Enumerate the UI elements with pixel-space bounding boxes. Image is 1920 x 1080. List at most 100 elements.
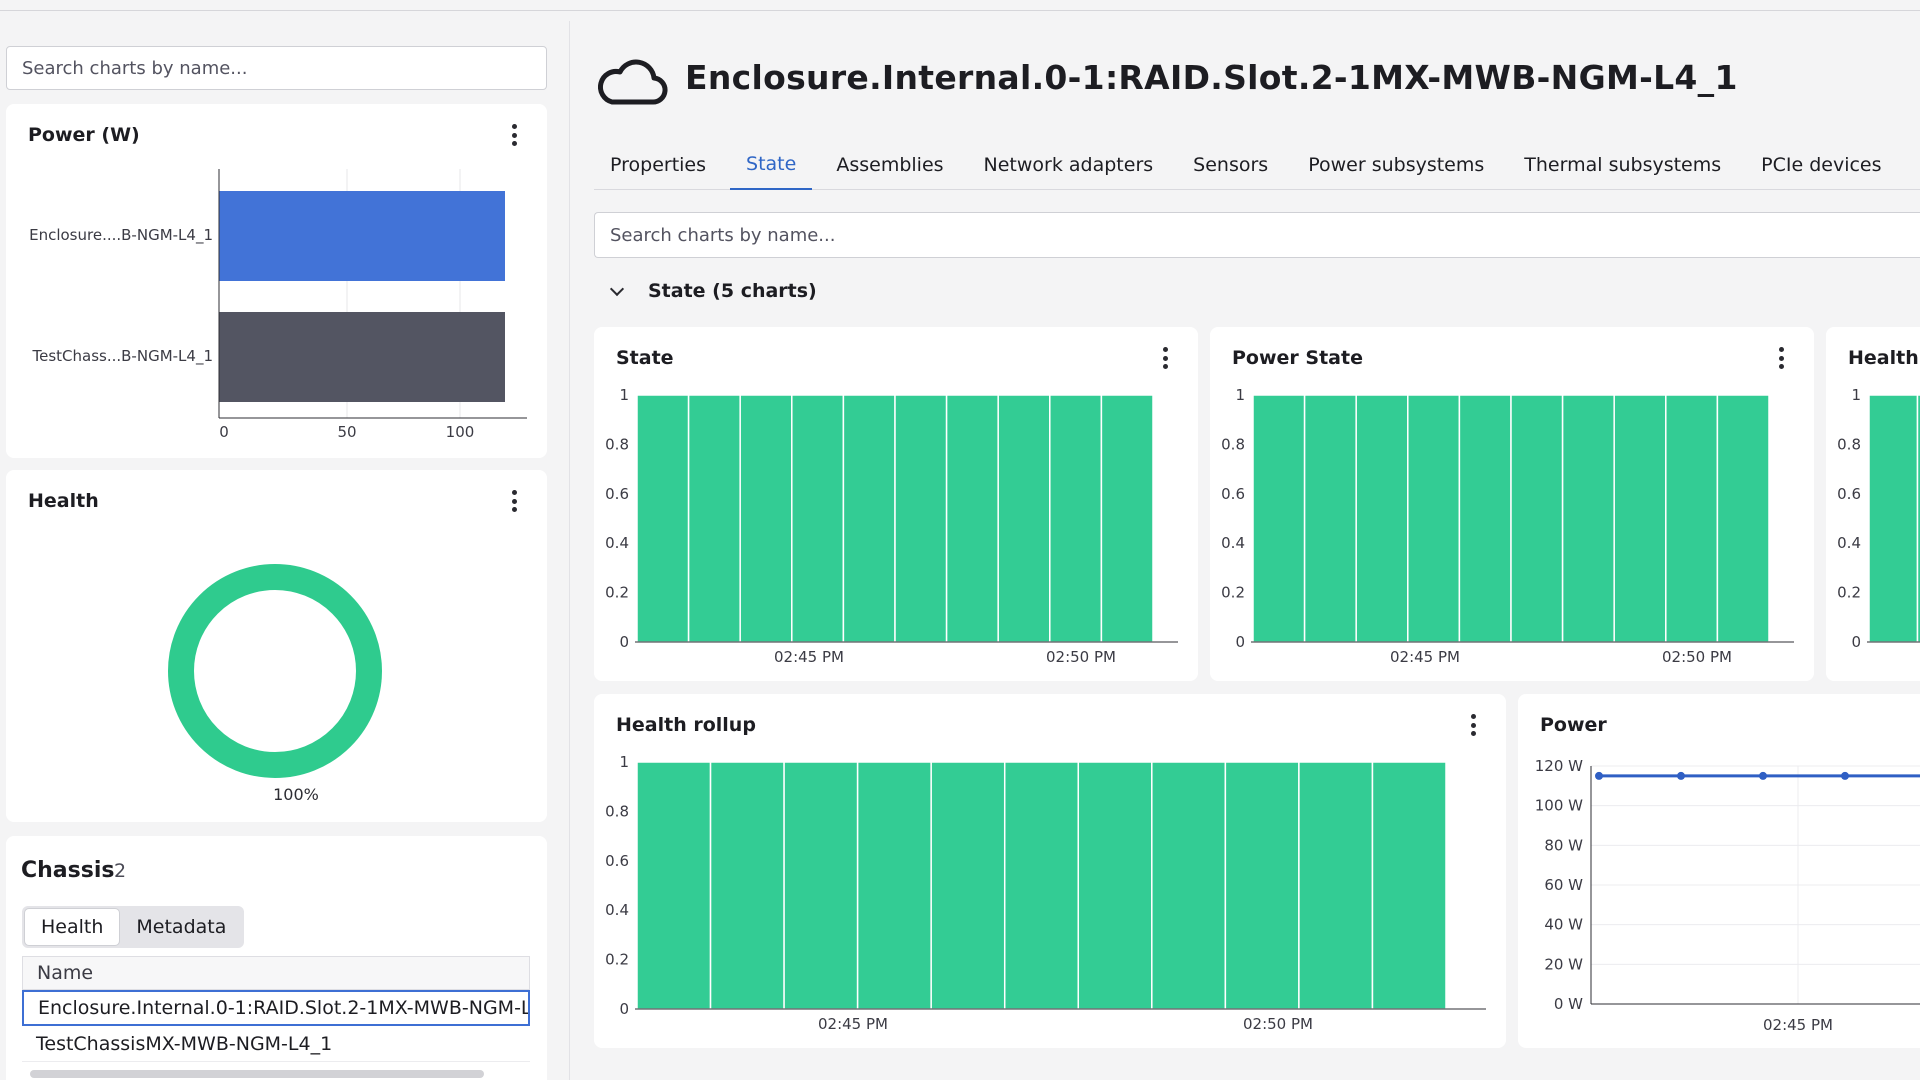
- health-state-chart-card: Health s 10.80.60.40.20: [1826, 327, 1920, 681]
- power-tick-0: 0: [219, 423, 229, 441]
- power-state-y-tick: 0: [1235, 633, 1245, 651]
- state-group-header[interactable]: State (5 charts): [609, 280, 817, 302]
- tab-pc-truncated[interactable]: PC: [1906, 140, 1920, 190]
- state-bar-4: [842, 394, 896, 643]
- power-bar-chart: Enclosure....B-NGM-L4_1 TestChass...B-NG…: [29, 169, 527, 441]
- tab-properties[interactable]: Properties: [594, 140, 722, 190]
- state-y-tick: 0.6: [605, 485, 629, 503]
- health-donut-label: 100%: [273, 785, 319, 804]
- rollup-bar-1: [709, 761, 785, 1010]
- chassis-column-name[interactable]: Name: [22, 956, 530, 990]
- power-line-y-tick: 0 W: [1554, 995, 1583, 1013]
- power-state-y-tick: 0.2: [1221, 584, 1245, 602]
- chassis-title: Chassis: [21, 858, 115, 883]
- rollup-x-tick: 02:50 PM: [1243, 1015, 1313, 1033]
- power-state-bar-2: [1355, 394, 1409, 643]
- power-state-bar-1: [1303, 394, 1357, 643]
- state-bar-9: [1100, 394, 1154, 643]
- state-y-tick: 0.2: [605, 584, 629, 602]
- power-bar-testchassis[interactable]: [219, 312, 505, 402]
- power-state-y-tick: 0.8: [1221, 435, 1245, 453]
- health-rollup-chart: 1 0.8 0.6 0.4 0.2 0 02:45 PM 02:50 PM: [605, 753, 1486, 1033]
- power-state-bar-4: [1458, 394, 1512, 643]
- left-search-placeholder: Search charts by name...: [22, 57, 248, 79]
- tab-pcie-devices[interactable]: PCIe devices: [1745, 140, 1897, 190]
- tab-thermal-subsystems[interactable]: Thermal subsystems: [1508, 140, 1737, 190]
- tab-state[interactable]: State: [730, 140, 813, 190]
- health-partial-y-tick: 0.6: [1837, 485, 1861, 503]
- power-state-chart-card: Power State 1 0.8 0.6 0.4 0.2 0 02:45 PM 02:50 …: [1210, 327, 1814, 681]
- power-bar-label-testchassis: TestChass...B-NGM-L4_1: [32, 347, 214, 366]
- state-bar-7: [997, 394, 1051, 643]
- power-state-bar-0: [1252, 394, 1306, 643]
- power-bar-enclosure[interactable]: [219, 191, 505, 281]
- table-row[interactable]: TestChassisMX-MWB-NGM-L4_1: [22, 1026, 530, 1062]
- state-bar-3: [791, 394, 845, 643]
- state-y-tick: 1: [619, 386, 629, 404]
- chassis-segmented-control: Health Metadata: [22, 906, 245, 948]
- state-y-tick: 0: [619, 633, 629, 651]
- power-state-bar-8: [1665, 394, 1719, 643]
- health-partial-y-tick: 0.4: [1837, 534, 1861, 552]
- chassis-tab-metadata[interactable]: Metadata: [120, 908, 242, 946]
- tab-power-subsystems[interactable]: Power subsystems: [1292, 140, 1500, 190]
- rollup-y-tick: 0.2: [605, 951, 629, 969]
- health-state-chart: 1 0.8 0.6 0.4 0.2 0: [1837, 386, 1920, 651]
- tab-network-adapters[interactable]: Network adapters: [968, 140, 1170, 190]
- power-tick-100: 100: [446, 423, 475, 441]
- power-state-bar-9: [1716, 394, 1770, 643]
- rollup-bar-9: [1298, 761, 1374, 1010]
- main-search-placeholder: Search charts by name...: [610, 224, 836, 246]
- rollup-bar-4: [930, 761, 1006, 1010]
- power-line-y-tick: 100 W: [1535, 797, 1583, 815]
- power-state-x-tick: 02:50 PM: [1662, 648, 1732, 666]
- state-bar-5: [894, 394, 948, 643]
- rollup-bar-6: [1077, 761, 1153, 1010]
- power-line-y-tick: 40 W: [1544, 916, 1583, 934]
- state-y-tick: 0.8: [605, 435, 629, 453]
- table-row[interactable]: Enclosure.Internal.0-1:RAID.Slot.2-1MX-M…: [22, 990, 530, 1026]
- rollup-bar-8: [1224, 761, 1300, 1010]
- rollup-y-tick: 1: [619, 753, 629, 771]
- rollup-y-tick: 0.4: [605, 901, 629, 919]
- state-bar-0: [636, 394, 690, 643]
- health-partial-y-tick: 1: [1851, 386, 1861, 404]
- chassis-tab-health[interactable]: Health: [24, 908, 121, 946]
- state-x-tick: 02:50 PM: [1046, 648, 1116, 666]
- power-line-y-tick: 120 W: [1535, 757, 1583, 775]
- resource-tabs: Properties State Assemblies Network adap…: [594, 140, 1920, 190]
- health-partial-y-tick: 0.8: [1837, 435, 1861, 453]
- tab-sensors[interactable]: Sensors: [1177, 140, 1284, 190]
- tab-assemblies[interactable]: Assemblies: [820, 140, 959, 190]
- power-line-point-0: [1595, 771, 1603, 780]
- state-chart: 1 0.8 0.6 0.4 0.2 0 02:45 PM 02:50 PM: [605, 386, 1178, 666]
- power-state-y-tick: 0.4: [1221, 534, 1245, 552]
- state-bar-8: [1049, 394, 1103, 643]
- rollup-x-tick: 02:45 PM: [818, 1015, 888, 1033]
- state-chart-card: State 1 0.8 0.6 0.4 0.2 0 02:45 PM 02:50 PM: [594, 327, 1198, 681]
- page-title: Enclosure.Internal.0-1:RAID.Slot.2-1MX-M…: [685, 58, 1738, 97]
- health-donut-chart: 100%: [168, 564, 382, 804]
- chassis-horizontal-scrollbar[interactable]: [30, 1070, 484, 1078]
- chassis-table: Name Enclosure.Internal.0-1:RAID.Slot.2-…: [22, 956, 530, 1062]
- main-search-input[interactable]: Search charts by name...: [594, 212, 1920, 258]
- state-x-tick: 02:45 PM: [774, 648, 844, 666]
- power-state-bar-6: [1561, 394, 1615, 643]
- health-chart-card: Health 100%: [6, 470, 547, 822]
- state-y-tick: 0.4: [605, 534, 629, 552]
- chevron-down-icon: [609, 281, 625, 296]
- power-bar-label-enclosure: Enclosure....B-NGM-L4_1: [29, 226, 213, 245]
- power-line-point-3: [1841, 771, 1849, 780]
- rollup-y-tick: 0.8: [605, 802, 629, 820]
- rollup-bar-5: [1003, 761, 1080, 1010]
- power-state-bar-3: [1407, 394, 1461, 643]
- health-donut-ring[interactable]: [168, 564, 382, 778]
- power-chart-card: Power (W) Enclosure....B-NGM-L4_1 TestCh…: [6, 104, 547, 458]
- rollup-y-tick: 0: [619, 1000, 629, 1018]
- power-line-x-tick: 02:45 PM: [1763, 1016, 1833, 1034]
- left-search-input[interactable]: Search charts by name...: [6, 46, 547, 90]
- power-line-point-1: [1677, 771, 1685, 780]
- state-bar-6: [945, 394, 999, 643]
- power-state-y-tick: 1: [1235, 386, 1245, 404]
- cloud-icon: [598, 59, 668, 105]
